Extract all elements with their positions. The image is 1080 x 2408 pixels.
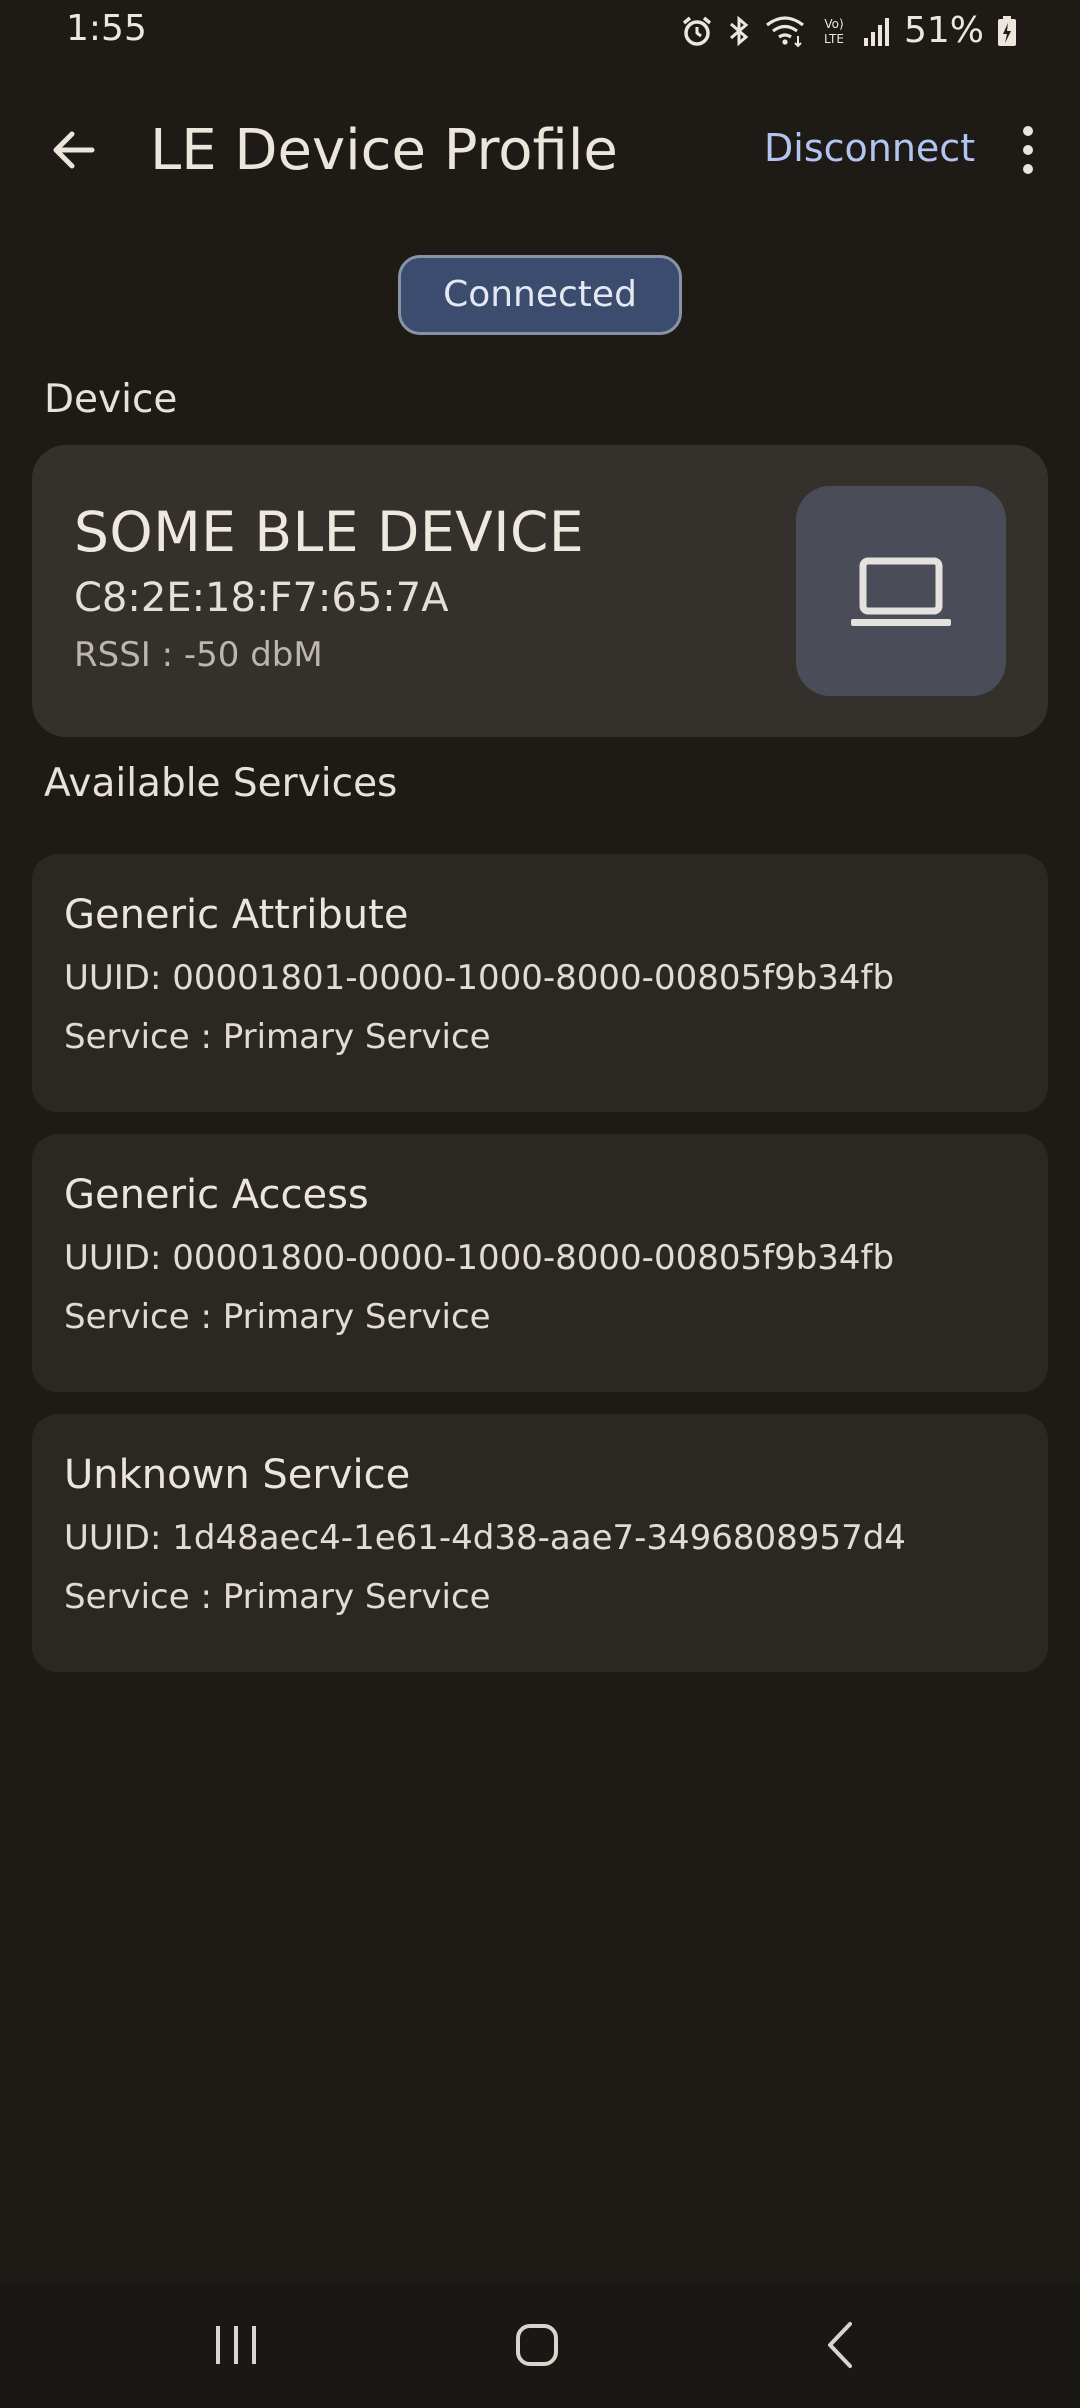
device-mac-address: C8:2E:18:F7:65:7A	[74, 575, 449, 621]
device-icon-container	[796, 486, 1006, 696]
service-uuid: UUID: 1d48aec4-1e61-4d38-aae7-3496808957…	[64, 1518, 906, 1558]
service-type: Service : Primary Service	[64, 1577, 491, 1617]
status-time: 1:55	[66, 8, 147, 49]
volte-icon: Vo) LTE	[824, 17, 844, 46]
service-type: Service : Primary Service	[64, 1297, 491, 1337]
status-bar: 1:55 Vo) LTE 51%	[0, 0, 1080, 64]
page-title: LE Device Profile	[150, 118, 618, 183]
laptop-icon	[851, 557, 951, 626]
system-nav-bar	[0, 2282, 1080, 2408]
home-icon[interactable]	[510, 2318, 564, 2372]
alarm-icon	[682, 16, 712, 46]
connection-status-chip[interactable]: Connected	[398, 255, 682, 335]
arrow-back-icon[interactable]	[44, 120, 104, 180]
service-uuid: UUID: 00001801-0000-1000-8000-00805f9b34…	[64, 958, 895, 998]
service-name: Generic Attribute	[64, 892, 409, 938]
battery-icon	[998, 15, 1016, 46]
services-section-label: Available Services	[44, 761, 398, 806]
more-vert-icon[interactable]	[1008, 120, 1048, 180]
app-bar: LE Device Profile Disconnect	[0, 100, 1080, 200]
signal-icon	[863, 17, 889, 46]
wifi-icon	[766, 15, 804, 47]
service-card[interactable]: Unknown Service UUID: 1d48aec4-1e61-4d38…	[32, 1414, 1048, 1672]
bluetooth-icon	[730, 15, 749, 46]
device-section-label: Device	[44, 377, 178, 422]
status-icons: Vo) LTE 51%	[680, 10, 1018, 51]
device-card[interactable]: SOME BLE DEVICE C8:2E:18:F7:65:7A RSSI :…	[32, 445, 1048, 737]
device-rssi: RSSI : -50 dbM	[74, 635, 323, 675]
device-name: SOME BLE DEVICE	[74, 500, 585, 564]
service-uuid: UUID: 00001800-0000-1000-8000-00805f9b34…	[64, 1238, 895, 1278]
battery-percentage: 51%	[903, 10, 984, 51]
svg-text:Vo): Vo)	[824, 17, 843, 31]
disconnect-button[interactable]: Disconnect	[764, 126, 975, 170]
service-type: Service : Primary Service	[64, 1017, 491, 1057]
service-name: Generic Access	[64, 1172, 369, 1218]
nav-back-icon[interactable]	[816, 2318, 866, 2372]
service-card[interactable]: Generic Access UUID: 00001800-0000-1000-…	[32, 1134, 1048, 1392]
svg-text:LTE: LTE	[824, 32, 844, 46]
service-card[interactable]: Generic Attribute UUID: 00001801-0000-10…	[32, 854, 1048, 1112]
service-name: Unknown Service	[64, 1452, 411, 1498]
recent-apps-icon[interactable]	[206, 2320, 266, 2370]
